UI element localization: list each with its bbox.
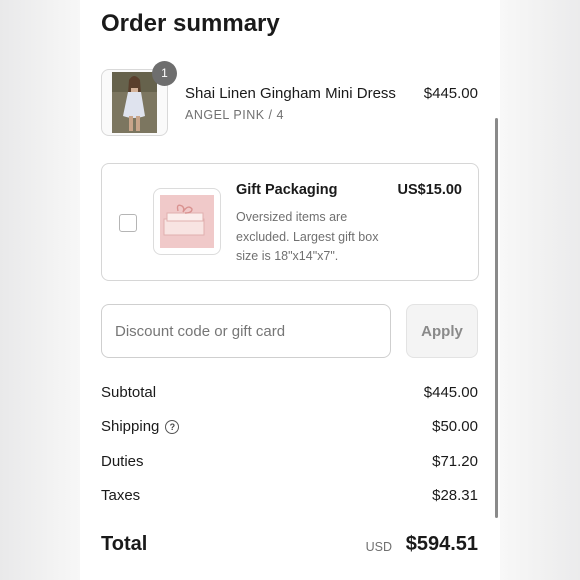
gift-packaging-price: US$15.00 [397,182,463,198]
background-left [0,0,80,580]
apply-button[interactable]: Apply [406,304,478,358]
quantity-badge: 1 [152,61,177,86]
page-title: Order summary [101,10,280,37]
dress-illustration [112,72,157,133]
question-circle-icon[interactable]: ? [165,420,180,434]
scrollbar[interactable] [495,118,498,518]
product-price: $445.00 [423,85,478,102]
product-name: Shai Linen Gingham Mini Dress [185,85,396,102]
taxes-value: $28.31 [432,487,478,504]
shipping-row: Shipping? [101,418,180,435]
total-currency: USD [365,540,392,554]
gift-packaging-title: Gift Packaging [236,182,338,198]
subtotal-value: $445.00 [423,384,478,401]
duties-value: $71.20 [432,453,478,470]
gift-box-illustration [160,195,214,248]
subtotal-label: Subtotal [101,384,157,401]
total-value: $594.51 [405,533,478,555]
product-photo [112,72,157,133]
taxes-label: Taxes [101,487,141,504]
discount-code-input[interactable] [101,304,391,358]
background-right [500,0,580,580]
gift-packaging-description: Oversized items are excluded. Largest gi… [236,210,379,263]
total-label: Total [101,533,148,555]
shipping-label: Shipping [101,418,160,435]
gift-packaging-checkbox[interactable] [119,214,137,232]
shipping-value: $50.00 [432,418,478,435]
product-variant: ANGEL PINK / 4 [185,108,284,122]
gift-box-image [153,188,221,255]
duties-label: Duties [101,453,144,470]
